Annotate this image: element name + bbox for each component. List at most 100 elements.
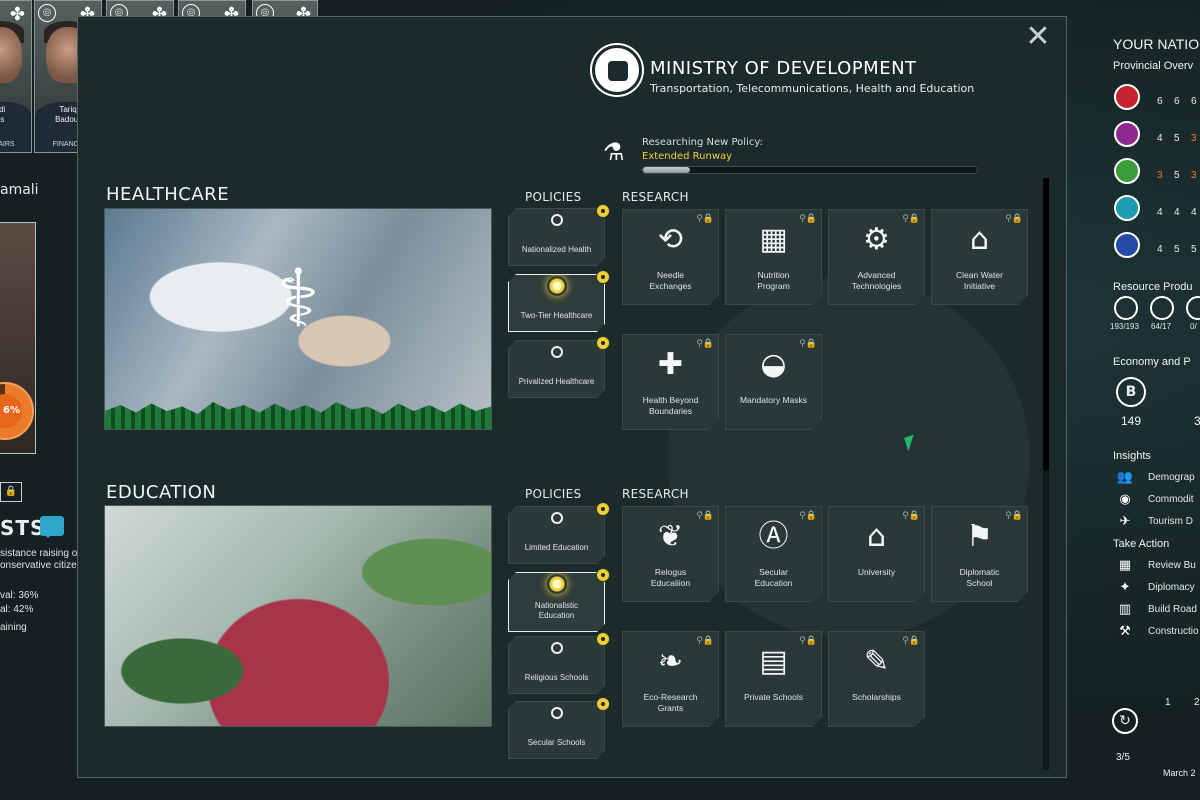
end-turn-icon[interactable]: ↻ (1112, 708, 1138, 734)
policy-label: Limited Education (524, 543, 589, 552)
mask-icon: ◒ (760, 347, 787, 382)
education-policies-label: POLICIES (525, 487, 582, 501)
lock-icon: ⚲🔒 (696, 214, 714, 224)
province-icon[interactable] (1114, 195, 1140, 221)
action-review-budget[interactable]: Review Bu (1148, 560, 1196, 571)
research-card[interactable]: ⚲🔒 ✚ Health Beyond Boundaries (622, 334, 719, 430)
lock-icon: ⚲🔒 (1005, 511, 1023, 521)
crowd-silhouette (105, 402, 491, 429)
province-stat: 5 (1174, 170, 1180, 181)
research-card[interactable]: ⚲🔒 ⚑ Diplomatic School (931, 506, 1028, 602)
policy-card[interactable]: Two-Tier Healthcare (508, 274, 605, 332)
province-icon[interactable] (1114, 84, 1140, 110)
minister-card[interactable]: ◎✤adi osAFFAIRS (0, 0, 32, 153)
lock-icon[interactable]: 🔒 (0, 482, 22, 502)
research-card[interactable]: ⚲🔒 Ⓐ Secular Education (725, 506, 822, 602)
lists-title: STS (0, 516, 46, 540)
province-icon[interactable] (1114, 121, 1140, 147)
research-label: Clean Water Initiative (956, 270, 1003, 291)
resource-icon[interactable] (1150, 296, 1174, 320)
close-icon[interactable]: ✕ (1024, 22, 1052, 52)
education-illustration (104, 505, 492, 727)
economy-value: 149 (1121, 414, 1142, 428)
timer-icon (596, 204, 610, 218)
chat-icon[interactable] (40, 516, 64, 538)
turn-counter: 3/5 (1116, 752, 1130, 763)
province-icon[interactable] (1114, 232, 1140, 258)
road-icon[interactable]: ▥ (1115, 602, 1135, 618)
action-construction[interactable]: Constructio (1148, 626, 1199, 637)
policy-label: Religious Schools (524, 673, 589, 682)
lock-icon: ⚲🔒 (696, 511, 714, 521)
education-research-label: RESEARCH (622, 487, 689, 501)
research-label: University (857, 567, 896, 577)
research-card[interactable]: ⚲🔒 ❧ Eco-Research Grants (622, 631, 719, 727)
resource-value: 0/ (1190, 322, 1197, 331)
economy-coin-icon[interactable]: B (1116, 377, 1146, 407)
ministry-subtitle: Transportation, Telecommunications, Heal… (650, 82, 975, 95)
policy-card[interactable]: Privalized Healthcare (508, 340, 605, 398)
demographics-icon[interactable]: 👥 (1115, 470, 1135, 486)
active-policy-sun-icon (547, 574, 567, 594)
policy-radio[interactable] (551, 346, 563, 358)
research-card[interactable]: ⚲🔒 ⟲ Needle Exchanges (622, 209, 719, 305)
lists-text-line: sistance raising our (0, 548, 87, 559)
research-card[interactable]: ⚲🔒 ⚙ Advanced Technologies (828, 209, 925, 305)
diplomacy-icon[interactable]: ✦ (1115, 580, 1135, 596)
commodities-icon[interactable]: ◉ (1115, 492, 1135, 508)
resource-production-title: Resource Produ (1113, 281, 1193, 293)
province-stat: 3 (1191, 170, 1197, 181)
secular-book-icon: Ⓐ (758, 519, 789, 554)
policy-radio[interactable] (551, 642, 563, 654)
research-label: Secular Education (754, 567, 793, 588)
research-card[interactable]: ⚲🔒 ⌂ Clean Water Initiative (931, 209, 1028, 305)
flask-icon: ⚗ (603, 138, 625, 166)
action-diplomacy[interactable]: Diplomacy (1148, 582, 1195, 593)
healthcare-title: HEALTHCARE (106, 184, 230, 205)
province-stat: 6 (1174, 96, 1180, 107)
policy-radio[interactable] (551, 214, 563, 226)
province-stat: 4 (1157, 133, 1163, 144)
tourism-icon[interactable]: ✈ (1115, 514, 1135, 530)
research-card[interactable]: ⚲🔒 ❦ Relogus Educaliion (622, 506, 719, 602)
timer-icon (596, 502, 610, 516)
scrollbar-thumb[interactable] (1043, 178, 1049, 470)
school-icon: ▤ (759, 644, 788, 679)
research-label: Health Beyond Boundaries (642, 395, 699, 416)
insight-tourism[interactable]: Tourism D (1148, 516, 1193, 527)
timer-icon (596, 568, 610, 582)
leaf-document-icon: ❧ (657, 644, 684, 679)
insight-demographics[interactable]: Demograp (1148, 472, 1195, 483)
policy-card[interactable]: Nationalistic Education (508, 572, 605, 632)
provincial-overview-title: Provincial Overv (1113, 60, 1194, 72)
policy-card[interactable]: Nationalized Health (508, 208, 605, 266)
policy-label: Nationalized Health (521, 245, 592, 254)
research-card[interactable]: ⚲🔒 ◒ Mandatory Masks (725, 334, 822, 430)
province-stat: 3 (1157, 170, 1163, 181)
budget-icon[interactable]: ▦ (1115, 558, 1135, 574)
minister-role: AFFAIRS (0, 141, 15, 148)
research-card[interactable]: ⚲🔒 ▤ Private Schools (725, 631, 822, 727)
research-card[interactable]: ⚲🔒 ✎ Scholarships (828, 631, 925, 727)
your-nation-title: YOUR NATIO (1113, 36, 1200, 52)
province-stat: 3 (1191, 133, 1197, 144)
research-label: Relogus Educaliion (650, 567, 691, 588)
construction-icon[interactable]: ⚒ (1115, 624, 1135, 640)
policy-card[interactable]: Limited Education (508, 506, 605, 564)
robot-arm-icon: ⚙ (863, 222, 890, 257)
research-card[interactable]: ⚲🔒 ⌂ University (828, 506, 925, 602)
policy-radio[interactable] (551, 512, 563, 524)
lock-icon: ⚲🔒 (902, 214, 920, 224)
education-title: EDUCATION (106, 482, 217, 503)
policy-card[interactable]: Secular Schools (508, 701, 605, 759)
action-build-road[interactable]: Build Road (1148, 604, 1197, 615)
research-label: Nutrition Program (757, 270, 790, 291)
province-icon[interactable] (1114, 158, 1140, 184)
research-label: Eco-Research Grants (643, 692, 698, 713)
policy-card[interactable]: Religious Schools (508, 636, 605, 694)
timer-icon (596, 697, 610, 711)
insight-commodities[interactable]: Commodit (1148, 494, 1194, 505)
resource-icon[interactable] (1114, 296, 1138, 320)
policy-radio[interactable] (551, 707, 563, 719)
research-card[interactable]: ⚲🔒 ▦ Nutrition Program (725, 209, 822, 305)
